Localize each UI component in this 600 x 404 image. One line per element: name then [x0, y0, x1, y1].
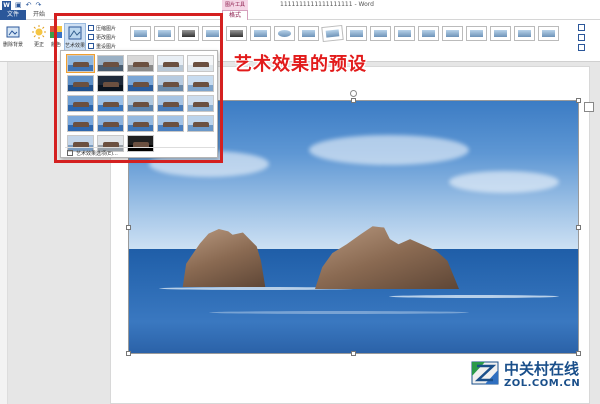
picture-style-thumb[interactable] [250, 26, 271, 41]
rotate-handle[interactable] [350, 90, 357, 97]
resize-handle[interactable] [576, 98, 581, 103]
annotation-caption: 艺术效果的预设 [234, 54, 367, 75]
undo-icon[interactable]: ↶ [26, 1, 32, 10]
highlight-box [54, 13, 223, 163]
navigation-strip [0, 62, 8, 404]
corrections-icon [32, 25, 46, 39]
picture-style-thumb[interactable] [274, 26, 295, 41]
picture-style-thumb[interactable] [321, 24, 344, 43]
save-icon[interactable]: ▣ [15, 1, 22, 10]
zol-logo-icon [471, 361, 499, 385]
resize-handle[interactable] [351, 98, 356, 103]
picture-effects-icon[interactable] [578, 34, 585, 41]
tab-file[interactable]: 文件 [0, 10, 26, 20]
redo-icon[interactable]: ↷ [36, 1, 42, 10]
quick-access-toolbar: W ▣ ↶ ↷ [2, 0, 41, 10]
remove-background-button[interactable]: 删除背景 [2, 23, 24, 57]
picture-style-thumb[interactable] [466, 26, 487, 41]
resize-handle[interactable] [126, 351, 131, 356]
window-title: 1111111111111111111 - Word [280, 1, 374, 8]
remove-background-icon [6, 26, 20, 38]
picture-style-thumb[interactable] [370, 26, 391, 41]
tab-home[interactable]: 开始 [28, 10, 50, 20]
picture-style-thumb[interactable] [538, 26, 559, 41]
picture-layout-icon[interactable] [578, 44, 585, 51]
resize-handle[interactable] [576, 225, 581, 230]
picture-style-thumb[interactable] [226, 26, 247, 41]
picture-style-thumb[interactable] [418, 26, 439, 41]
picture-style-thumb[interactable] [298, 26, 319, 41]
word-window: W ▣ ↶ ↷ 图片工具 1111111111111111111 - Word … [0, 0, 600, 404]
layout-options-icon[interactable] [584, 102, 594, 112]
watermark-en: ZOL.COM.CN [504, 378, 581, 389]
remove-background-label: 删除背景 [2, 42, 23, 48]
picture-border-icon[interactable] [578, 24, 585, 31]
picture-style-thumb[interactable] [394, 26, 415, 41]
zol-watermark: 中关村在线 ZOL.COM.CN [470, 356, 594, 396]
picture-tools-group-label: 图片工具 [222, 0, 248, 10]
resize-handle[interactable] [126, 225, 131, 230]
picture-border-commands [578, 24, 585, 54]
tab-format[interactable]: 格式 [222, 10, 248, 20]
resize-handle[interactable] [351, 351, 356, 356]
picture-style-thumb[interactable] [442, 26, 463, 41]
watermark-cn: 中关村在线 [504, 360, 580, 378]
picture-style-thumb[interactable] [514, 26, 535, 41]
title-bar: W ▣ ↶ ↷ 图片工具 1111111111111111111 - Word [0, 0, 600, 10]
word-icon: W [2, 0, 11, 10]
picture-style-thumb[interactable] [490, 26, 511, 41]
picture-style-thumb[interactable] [346, 26, 367, 41]
